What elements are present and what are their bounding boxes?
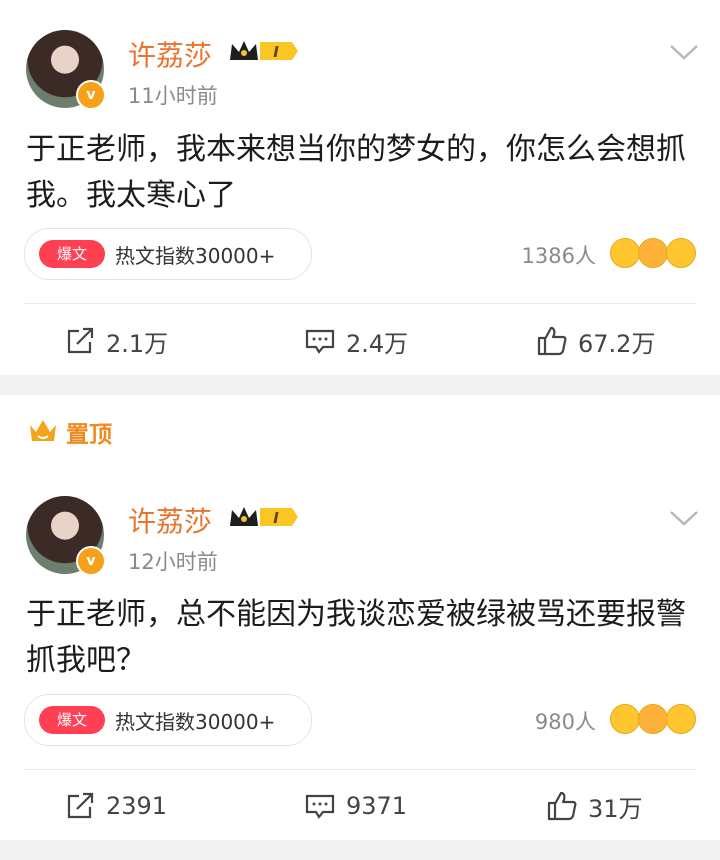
- verified-badge: v: [76, 80, 106, 110]
- thumbs-up-icon: [547, 791, 577, 821]
- repost-button[interactable]: 2.1万: [64, 324, 168, 358]
- level-label: I: [273, 509, 279, 527]
- comment-icon: [305, 794, 335, 819]
- level-label: I: [273, 43, 279, 61]
- hot-tag: 爆文: [39, 706, 105, 734]
- like-count: 31万: [588, 794, 643, 823]
- reaction-count: 1386人: [521, 244, 596, 268]
- divider: [24, 303, 696, 304]
- thumbs-up-icon: [537, 326, 567, 356]
- hot-tag: 爆文: [39, 240, 105, 268]
- chevron-down-icon[interactable]: [668, 508, 700, 528]
- hot-index-pill[interactable]: 爆文 热文指数30000+: [24, 228, 312, 280]
- hot-index-pill[interactable]: 爆文 热文指数30000+: [24, 694, 312, 746]
- like-count: 67.2万: [578, 329, 656, 358]
- like-button[interactable]: 31万: [546, 789, 643, 823]
- hot-index-text: 热文指数30000+: [115, 244, 276, 268]
- hot-index-text: 热文指数30000+: [115, 710, 276, 734]
- repost-icon: [67, 327, 94, 354]
- verified-badge: v: [76, 546, 106, 576]
- chevron-down-icon[interactable]: [668, 42, 700, 62]
- comment-button[interactable]: 9371: [304, 789, 407, 823]
- repost-button[interactable]: 2391: [64, 789, 167, 823]
- author-name[interactable]: 许荔莎: [128, 34, 212, 74]
- comment-count: 2.4万: [346, 329, 409, 358]
- reaction-emojis[interactable]: [610, 238, 700, 270]
- reaction-count: 980人: [534, 710, 596, 734]
- like-button[interactable]: 67.2万: [536, 324, 655, 358]
- post-time: 11小时前: [128, 84, 218, 108]
- repost-count: 2.1万: [106, 329, 169, 358]
- reaction-emojis[interactable]: [610, 704, 700, 736]
- repost-icon: [67, 792, 94, 819]
- laughing-emoji-icon: [638, 238, 668, 268]
- grin-emoji-icon: [666, 704, 696, 734]
- author-name[interactable]: 许荔莎: [128, 500, 212, 540]
- post-text: 于正老师，我本来想当你的梦女的，你怎么会想抓我。我太寒心了: [26, 132, 686, 213]
- divider: [24, 769, 696, 770]
- laughing-emoji-icon: [638, 704, 668, 734]
- grin-emoji-icon: [666, 238, 696, 268]
- crown-level-badge: I: [230, 41, 298, 61]
- shocked-emoji-icon: [610, 238, 640, 268]
- comment-button[interactable]: 2.4万: [304, 324, 408, 358]
- post-time: 12小时前: [128, 550, 218, 574]
- crown-level-badge: I: [230, 507, 298, 527]
- post-separator: [0, 840, 720, 860]
- post-text: 于正老师，总不能因为我谈恋爱被绿被骂还要报警抓我吧？: [26, 597, 686, 678]
- crown-icon: [30, 420, 56, 441]
- shocked-emoji-icon: [610, 704, 640, 734]
- comment-icon: [305, 329, 335, 354]
- pinned-label: 置顶: [66, 422, 112, 448]
- post-separator: [0, 375, 720, 395]
- repost-count: 2391: [106, 792, 168, 820]
- comment-count: 9371: [346, 792, 408, 820]
